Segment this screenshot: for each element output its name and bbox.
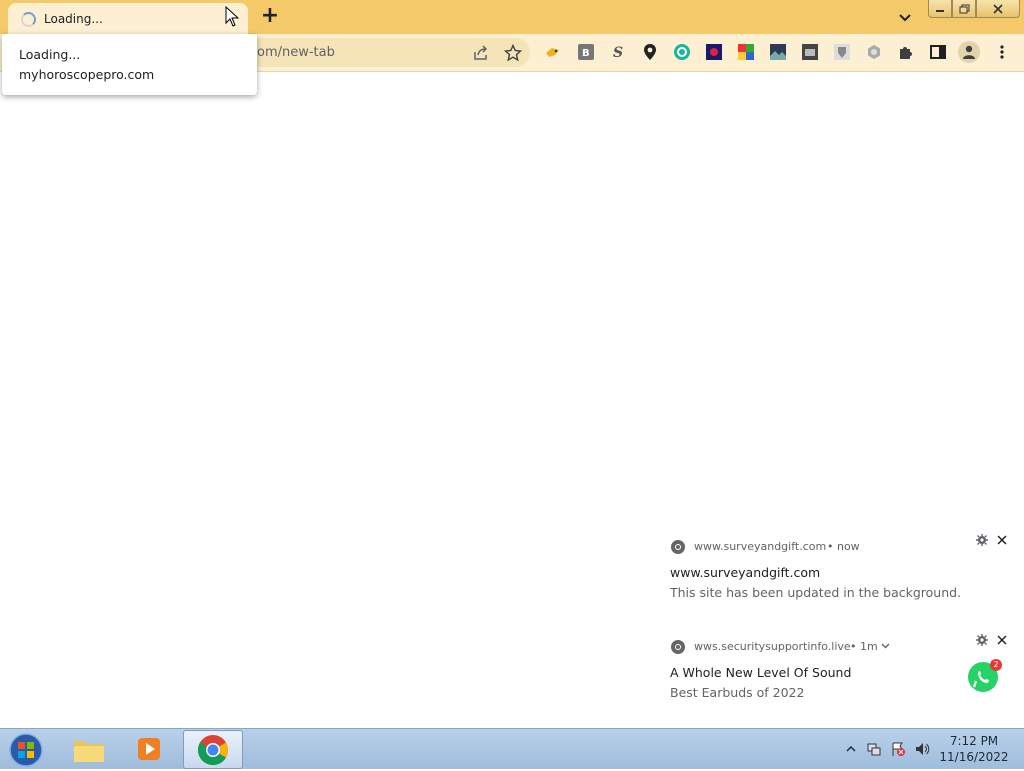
notification-card[interactable]: wws.securitysupportinfo.live • 1m A Whol… <box>660 630 1024 720</box>
notification-time: • now <box>827 540 860 553</box>
svg-text:B: B <box>582 48 590 59</box>
extension-c-icon[interactable] <box>673 43 691 61</box>
close-window-button[interactable] <box>976 0 1020 18</box>
clock-date: 11/16/2022 <box>939 750 1009 764</box>
file-explorer-button[interactable] <box>60 730 118 767</box>
clock-time: 7:12 PM <box>949 734 999 748</box>
tab-list-chevron-icon[interactable] <box>894 6 916 28</box>
loading-spinner-icon <box>21 12 36 27</box>
show-hidden-icons-icon[interactable] <box>846 741 856 757</box>
hover-card-title: Loading... <box>19 47 81 62</box>
close-icon[interactable] <box>996 634 1008 646</box>
media-player-icon <box>138 737 160 760</box>
mouse-cursor-icon <box>225 6 240 27</box>
taskbar: 7:12 PM 11/16/2022 <box>0 728 1024 769</box>
notification-count-badge: 2 <box>990 659 1002 671</box>
extension-puzzle-image-icon[interactable] <box>737 43 755 61</box>
close-icon[interactable] <box>996 534 1008 546</box>
tab-hover-card: Loading... myhoroscopepro.com <box>2 34 257 95</box>
notification-origin: wws.securitysupportinfo.live <box>694 640 851 653</box>
chrome-taskbar-button[interactable] <box>183 730 243 769</box>
system-clock[interactable]: 7:12 PM 11/16/2022 <box>938 733 1010 765</box>
extension-dark-icon[interactable] <box>705 43 723 61</box>
restore-button[interactable] <box>952 0 976 18</box>
close-icon <box>993 3 1003 14</box>
notification-title: A Whole New Level Of Sound <box>670 665 852 680</box>
notification-card[interactable]: www.surveyandgift.com • now www.surveyan… <box>660 530 1024 610</box>
window-controls <box>928 0 1020 18</box>
tab-loading[interactable]: Loading... <box>8 3 248 34</box>
notification-body: This site has been updated in the backgr… <box>670 585 962 600</box>
tab-title: Loading... <box>44 12 103 26</box>
minimize-icon <box>936 9 944 12</box>
chrome-icon <box>671 540 685 554</box>
profile-icon[interactable] <box>958 41 980 63</box>
new-tab-button[interactable]: + <box>258 4 282 28</box>
chrome-icon <box>197 734 229 765</box>
chevron-down-icon[interactable] <box>881 643 890 649</box>
minimize-button[interactable] <box>928 0 952 18</box>
extension-b-icon[interactable]: B <box>577 43 595 61</box>
notification-origin: www.surveyandgift.com <box>694 540 827 553</box>
extension-photo-icon[interactable] <box>769 43 787 61</box>
extension-shield-icon[interactable] <box>833 43 851 61</box>
whatsapp-icon[interactable]: 2 <box>967 659 1002 693</box>
hover-card-domain: myhoroscopepro.com <box>19 67 155 82</box>
gear-icon[interactable] <box>976 634 988 646</box>
bookmark-star-icon[interactable] <box>504 44 522 62</box>
notification-body: Best Earbuds of 2022 <box>670 685 805 700</box>
folder-icon <box>74 740 104 762</box>
windows-orb-icon <box>9 733 43 767</box>
svg-text:S: S <box>613 45 623 60</box>
address-url: om/new-tab <box>257 45 335 60</box>
action-center-flag-icon[interactable] <box>890 741 906 757</box>
share-icon[interactable] <box>472 44 490 62</box>
volume-icon[interactable] <box>914 741 930 757</box>
side-panel-icon[interactable] <box>929 43 947 61</box>
extension-scene-icon[interactable] <box>801 43 819 61</box>
extension-hex-icon[interactable] <box>865 43 883 61</box>
location-pin-icon[interactable] <box>641 43 659 61</box>
puzzle-icon[interactable] <box>897 43 915 61</box>
network-icon[interactable] <box>866 741 882 757</box>
gear-icon[interactable] <box>976 534 988 546</box>
tab-strip: Loading... + <box>0 0 1024 34</box>
start-button[interactable] <box>6 731 46 767</box>
extension-s-icon[interactable]: S <box>609 43 627 61</box>
notification-time: • 1m <box>850 640 878 653</box>
restore-icon <box>959 4 969 13</box>
media-player-button[interactable] <box>120 730 178 767</box>
kebab-menu-icon[interactable] <box>993 43 1011 61</box>
chrome-icon <box>671 640 685 654</box>
extension-bird-icon[interactable] <box>544 43 562 61</box>
notification-title: www.surveyandgift.com <box>670 565 821 580</box>
